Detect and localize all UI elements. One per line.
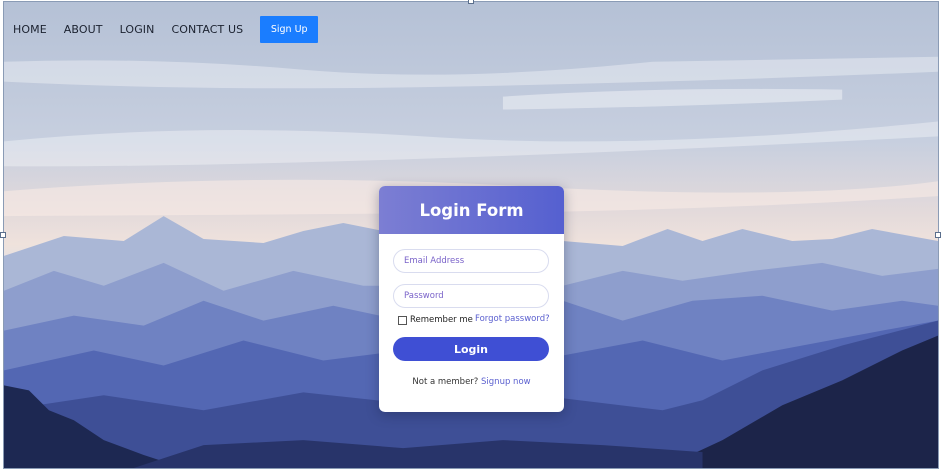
nav-about-link[interactable]: ABOUT	[64, 23, 103, 36]
remember-label: Remember me	[410, 315, 473, 325]
login-card-header: Login Form	[379, 186, 564, 234]
signup-prompt: Not a member? Signup now	[379, 377, 564, 387]
selection-handle-left[interactable]	[0, 232, 6, 238]
login-form-title: Login Form	[419, 200, 524, 220]
top-nav: HOME ABOUT LOGIN CONTACT US Sign Up	[13, 15, 319, 43]
selection-handle-top[interactable]	[468, 0, 474, 4]
nav-contact-link[interactable]: CONTACT US	[172, 23, 244, 36]
page-frame: HOME ABOUT LOGIN CONTACT US Sign Up Logi…	[3, 1, 939, 469]
signup-now-link[interactable]: Signup now	[481, 377, 531, 387]
forgot-password-link[interactable]: Forgot password?	[475, 314, 550, 324]
email-field[interactable]: Email Address	[393, 249, 549, 273]
not-member-text: Not a member?	[412, 377, 482, 387]
signup-button[interactable]: Sign Up	[260, 15, 319, 43]
remember-row: Remember me	[398, 315, 473, 325]
login-button[interactable]: Login	[393, 337, 549, 361]
remember-checkbox[interactable]	[398, 315, 407, 325]
login-card: Login Form Email Address Password Rememb…	[379, 186, 564, 412]
nav-home-link[interactable]: HOME	[13, 23, 47, 36]
nav-login-link[interactable]: LOGIN	[120, 23, 155, 36]
password-field[interactable]: Password	[393, 284, 549, 308]
selection-handle-right[interactable]	[935, 232, 941, 238]
